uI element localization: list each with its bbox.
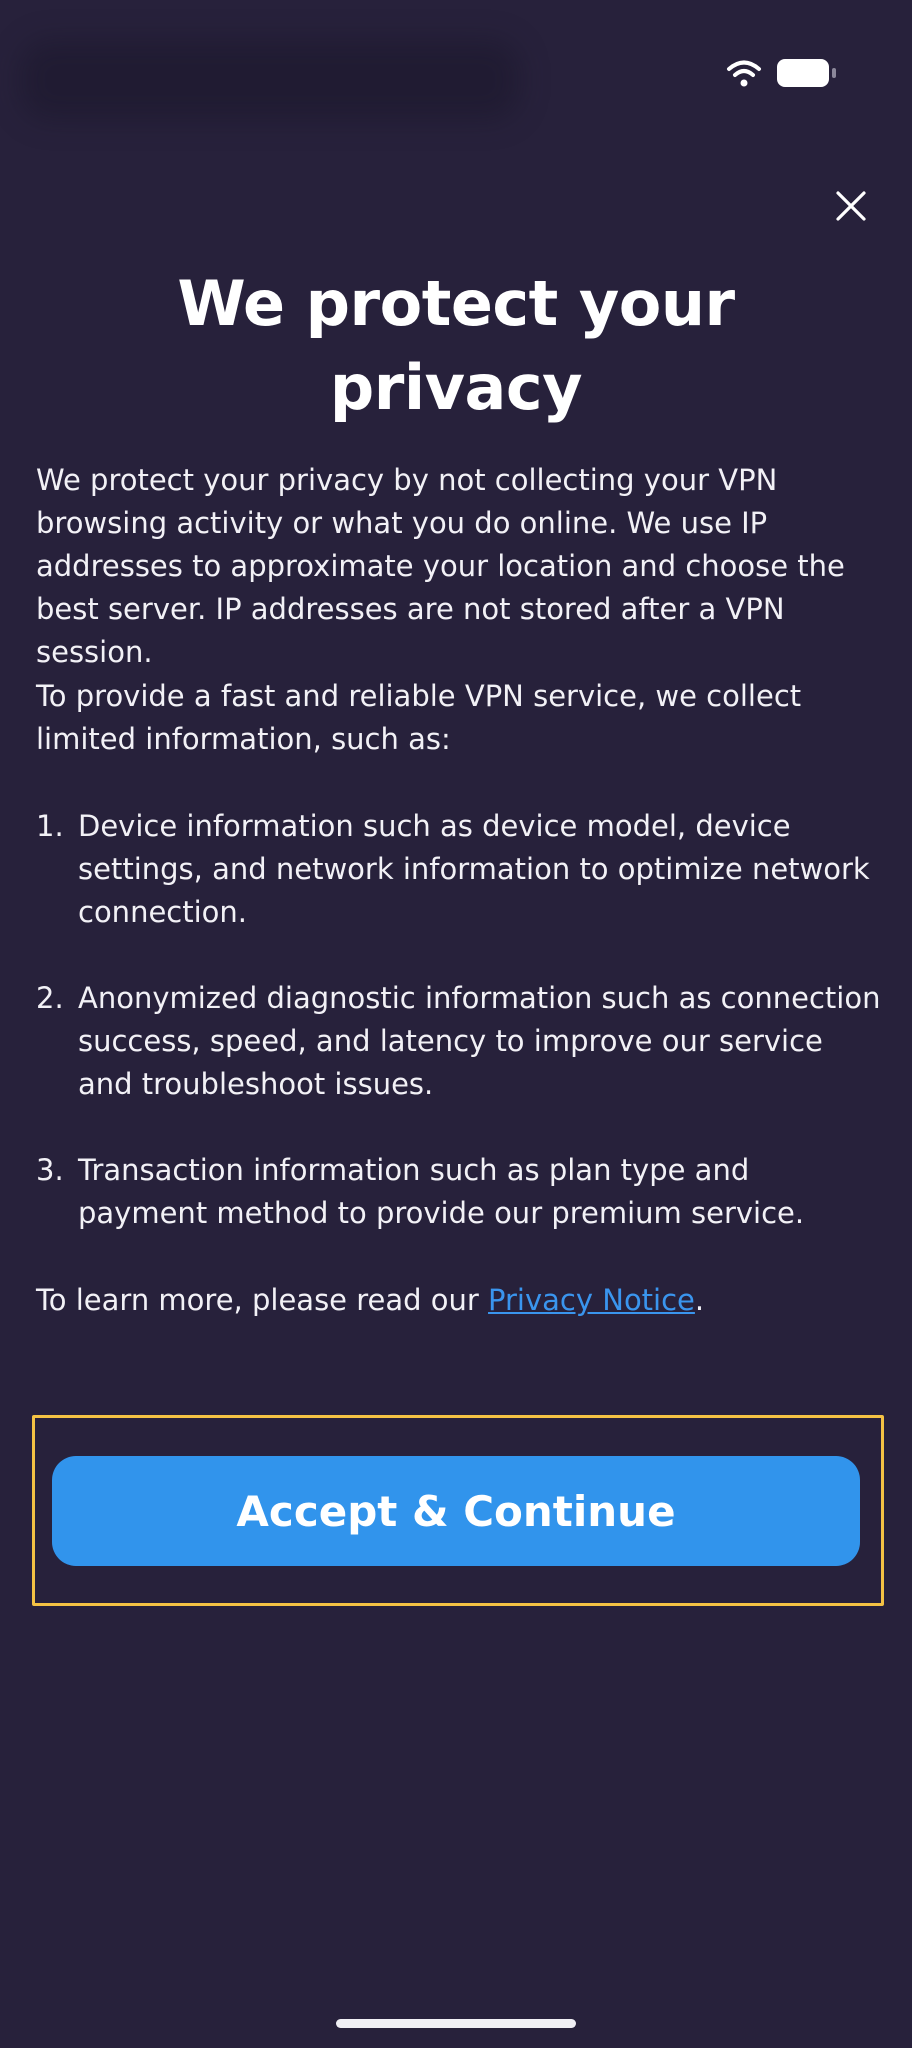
learn-more-prefix: To learn more, please read our (36, 1283, 489, 1317)
battery-icon (776, 58, 838, 88)
accept-continue-button[interactable]: Accept & Continue (52, 1456, 860, 1566)
status-bar-blurred-area (20, 40, 520, 120)
close-button[interactable] (826, 180, 876, 236)
page-title-line-2: privacy (329, 351, 583, 424)
page-title: We protect your privacy (60, 262, 852, 430)
list-item: 2. Anonymized diagnostic information suc… (36, 977, 882, 1106)
list-item: 1. Device information such as device mod… (36, 805, 882, 934)
learn-more-text: To learn more, please read our Privacy N… (36, 1279, 882, 1322)
home-indicator (336, 2019, 576, 2028)
list-item-text: Anonymized diagnostic information such a… (78, 981, 881, 1101)
list-item-number: 1. (36, 809, 64, 843)
privacy-intro-paragraph: We protect your privacy by not collectin… (36, 463, 845, 669)
list-item-number: 2. (36, 981, 64, 1015)
privacy-notice-link[interactable]: Privacy Notice (488, 1283, 695, 1317)
list-item-text: Transaction information such as plan typ… (78, 1153, 805, 1230)
learn-more-suffix: . (694, 1283, 705, 1317)
data-collection-paragraph: To provide a fast and reliable VPN servi… (36, 679, 802, 756)
status-bar (0, 0, 912, 130)
list-item: 3. Transaction information such as plan … (36, 1149, 882, 1235)
list-item-text: Device information such as device model,… (78, 809, 870, 929)
wifi-icon (726, 58, 762, 88)
list-item-number: 3. (36, 1153, 64, 1187)
close-icon (835, 190, 867, 226)
page-title-line-1: We protect your (177, 267, 735, 340)
